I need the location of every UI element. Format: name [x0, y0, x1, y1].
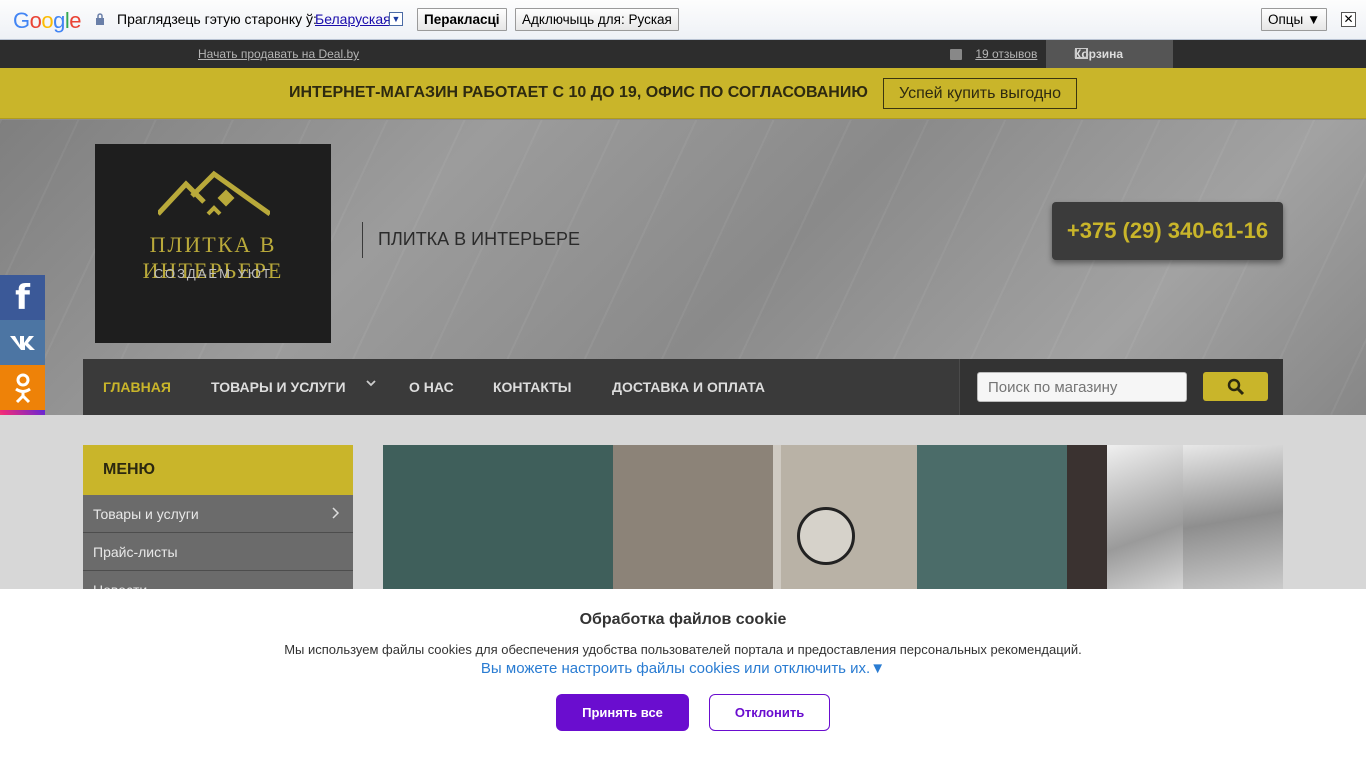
site-name: ПЛИТКА В ИНТЕРЬЕРЕ [378, 229, 580, 249]
roof-logo-icon [158, 170, 270, 216]
cookie-settings-link[interactable]: Вы можете настроить файлы cookies или от… [0, 660, 1366, 677]
lock-icon [96, 13, 104, 25]
close-icon[interactable]: ✕ [1341, 12, 1356, 27]
hero-banner-image[interactable] [383, 445, 1283, 595]
search-icon [1227, 378, 1245, 396]
chevron-down-icon[interactable] [365, 377, 377, 389]
cookie-title: Обработка файлов cookie [579, 611, 787, 628]
search-input[interactable] [977, 372, 1187, 402]
banner-panel [1183, 445, 1283, 595]
translate-bar: Google Праглядзець гэтую старонку ў: Бел… [0, 0, 1366, 40]
chevron-right-icon [332, 507, 340, 519]
options-button[interactable]: Опцы ▼ [1261, 8, 1328, 31]
nav-item-home[interactable]: ГЛАВНАЯ [103, 379, 171, 395]
sell-link[interactable]: Начать продавать на Deal.by [198, 47, 359, 61]
translate-prompt: Праглядзець гэтую старонку ў: [117, 11, 317, 27]
translate-button[interactable]: Перакласці [417, 8, 507, 31]
nav-item-contacts[interactable]: КОНТАКТЫ [493, 379, 571, 395]
nav-item-delivery[interactable]: ДОСТАВКА И ОПЛАТА [612, 379, 765, 395]
disable-translate-button[interactable]: Адключыць для: Руская [515, 8, 679, 31]
banner-panel [1067, 445, 1107, 595]
google-logo: Google [13, 8, 82, 33]
odnoklassniki-icon[interactable] [0, 365, 45, 410]
announcement-text: ИНТЕРНЕТ-МАГАЗИН РАБОТАЕТ С 10 ДО 19, ОФ… [289, 84, 868, 101]
language-dropdown-icon[interactable]: ▼ [389, 12, 403, 26]
sidebar-item-label: Товары и услуги [93, 506, 199, 522]
language-link[interactable]: Беларуская [315, 11, 391, 27]
banner-panel [383, 445, 613, 595]
main-nav: ГЛАВНАЯ ТОВАРЫ И УСЛУГИ О НАС КОНТАКТЫ Д… [83, 359, 1283, 415]
search-area [959, 359, 1283, 415]
decline-button[interactable]: Отклонить [709, 694, 830, 731]
header-divider [362, 222, 363, 258]
site-logo[interactable]: ПЛИТКА В ИНТЕРЬЕРЕ СОЗДАЕМ УЮТ [95, 144, 331, 343]
facebook-icon[interactable]: f [0, 275, 45, 320]
search-button[interactable] [1203, 372, 1268, 401]
sidebar-item-price-lists[interactable]: Прайс-листы [83, 533, 353, 571]
menu-title: МЕНЮ [83, 445, 353, 495]
logo-tagline: СОЗДАЕМ УЮТ [153, 266, 273, 281]
banner-panel [773, 445, 781, 595]
reviews: 19 отзывов [950, 47, 1037, 61]
phone-number[interactable]: +375 (29) 340-61-16 [1052, 202, 1283, 260]
cart-icon [1075, 48, 1088, 59]
promo-button[interactable]: Успей купить выгодно [883, 78, 1077, 109]
banner-panel [917, 445, 1067, 595]
top-bar: Начать продавать на Deal.by 19 отзывов К… [0, 40, 1366, 68]
cookie-description: Мы используем файлы cookies для обеспече… [284, 642, 1082, 657]
comment-icon [950, 49, 962, 60]
accept-all-button[interactable]: Принять все [556, 694, 689, 731]
sidebar-item-products[interactable]: Товары и услуги [83, 495, 353, 533]
cart-button[interactable]: Корзина [1046, 40, 1173, 68]
vk-icon[interactable] [0, 320, 45, 365]
nav-item-about[interactable]: О НАС [409, 379, 454, 395]
cookie-panel: Обработка файлов cookie Мы используем фа… [0, 589, 1366, 768]
sidebar-menu: МЕНЮ Товары и услуги Прайс-листы Новости [83, 445, 353, 609]
mirror-decoration [797, 507, 855, 565]
announcement-bar: ИНТЕРНЕТ-МАГАЗИН РАБОТАЕТ С 10 ДО 19, ОФ… [0, 68, 1366, 119]
banner-panel [1107, 445, 1183, 595]
reviews-link[interactable]: 19 отзывов [975, 47, 1037, 61]
sidebar-item-label: Прайс-листы [93, 544, 178, 560]
nav-item-products[interactable]: ТОВАРЫ И УСЛУГИ [211, 379, 346, 395]
banner-panel [613, 445, 773, 595]
